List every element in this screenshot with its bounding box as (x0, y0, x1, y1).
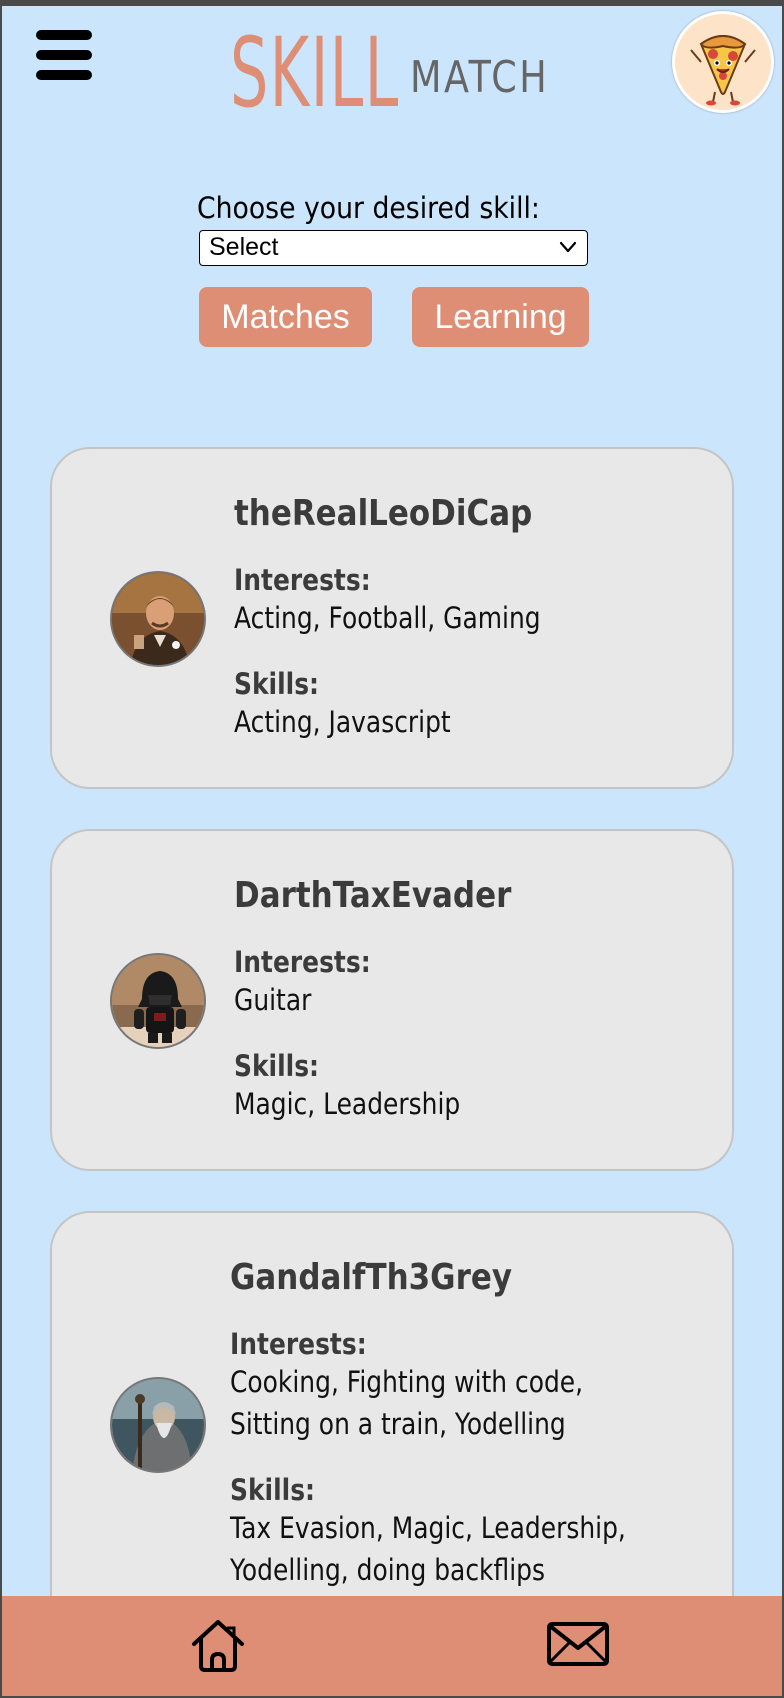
profile-card[interactable]: GandalfTh3Grey Interests: Cooking, Fight… (50, 1211, 734, 1651)
interests-value: Guitar (234, 983, 312, 1017)
interests-value: Acting, Football, Gaming (234, 601, 541, 635)
bottom-nav-bar (2, 1596, 782, 1696)
matches-button[interactable]: Matches (199, 287, 372, 347)
interests-heading: Interests: (230, 1327, 367, 1361)
skill-select[interactable]: Select (199, 230, 588, 266)
skills-heading: Skills: (234, 1049, 320, 1083)
skills-value: Magic, Leadership (234, 1087, 461, 1121)
interests-heading: Interests: (234, 945, 371, 979)
interests-value-line-2: Sitting on a train, Yodelling (230, 1407, 566, 1441)
app-frame: SKILL MATCH Choose your desired skill: S… (2, 6, 782, 1696)
profile-username: theRealLeoDiCap (234, 493, 533, 534)
skills-value-line-1: Tax Evasion, Magic, Leadership, (230, 1511, 626, 1545)
learning-button[interactable]: Learning (412, 287, 589, 347)
profile-avatar[interactable] (672, 11, 774, 113)
app-logo: SKILL MATCH (230, 16, 570, 131)
logo-match-text: MATCH (410, 52, 550, 103)
profile-card[interactable]: theRealLeoDiCap Interests: Acting, Footb… (50, 447, 734, 789)
menu-bar (36, 50, 92, 60)
avatar (110, 1377, 206, 1473)
envelope-icon-graphic (547, 1622, 609, 1666)
profile-card[interactable]: DarthTaxEvader Interests: Guitar Skills:… (50, 829, 734, 1171)
skill-prompt-label: Choose your desired skill: (197, 191, 540, 225)
skills-value-line-2: Yodelling, doing backflips (230, 1553, 545, 1587)
skills-value: Acting, Javascript (234, 705, 451, 739)
interests-heading: Interests: (234, 563, 371, 597)
pizza-character-icon (675, 14, 771, 110)
user-photo-icon (112, 1379, 204, 1471)
skills-heading: Skills: (230, 1473, 316, 1507)
avatar (110, 571, 206, 667)
interests-value-line-1: Cooking, Fighting with code, (230, 1365, 584, 1399)
home-icon[interactable] (188, 1616, 248, 1676)
logo-skill-text: SKILL (230, 17, 400, 129)
chevron-down-icon (559, 241, 577, 253)
user-photo-icon (112, 573, 204, 665)
menu-bar (36, 30, 92, 40)
envelope-icon[interactable] (546, 1620, 610, 1668)
skill-select-value: Select (209, 233, 279, 261)
skills-heading: Skills: (234, 667, 320, 701)
profile-username: DarthTaxEvader (234, 875, 512, 916)
profile-username: GandalfTh3Grey (230, 1257, 513, 1298)
menu-bar (36, 70, 92, 80)
hamburger-menu-icon[interactable] (34, 28, 96, 90)
user-photo-icon (112, 955, 204, 1047)
home-icon-graphic (192, 1620, 244, 1672)
avatar (110, 953, 206, 1049)
